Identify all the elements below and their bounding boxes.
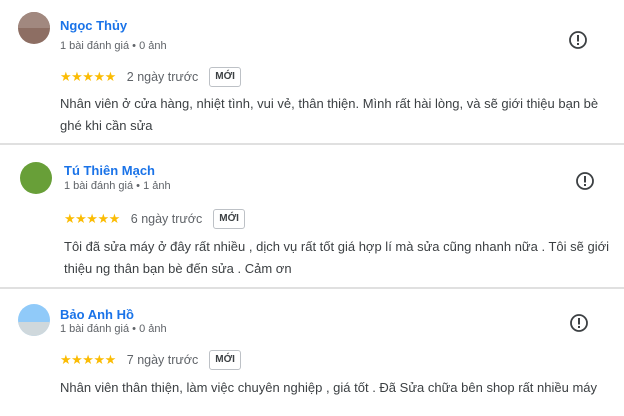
- info-icon[interactable]: [568, 30, 588, 50]
- rating-row: ★★★★★ 7 ngày trước MỚI: [60, 349, 241, 371]
- reviewer-meta: 1 bài đánh giá • 0 ảnh: [60, 40, 167, 52]
- star-rating: ★★★★★: [60, 352, 116, 368]
- review-date: 6 ngày trước: [130, 212, 203, 226]
- review-text: Nhân viên thân thiện, làm việc chuyên ng…: [60, 380, 598, 395]
- avatar[interactable]: [18, 304, 50, 336]
- review-text: Nhân viên ở cửa hàng, nhiệt tình, vui vẻ…: [60, 96, 599, 133]
- reviewer-meta: 1 bài đánh giá • 1 ảnh: [64, 180, 171, 192]
- new-badge: MỚI: [209, 350, 241, 370]
- review-card: Bảo Anh Hồ 1 bài đánh giá • 0 ảnh ★★★★★ …: [0, 290, 624, 416]
- info-icon[interactable]: [575, 171, 595, 191]
- info-icon[interactable]: [569, 313, 589, 333]
- rating-row: ★★★★★ 6 ngày trước MỚI: [64, 208, 245, 230]
- star-rating: ★★★★★: [60, 69, 116, 85]
- reviewer-name[interactable]: Ngọc Thủy: [60, 18, 127, 33]
- review-card: Ngọc Thủy 1 bài đánh giá • 0 ảnh ★★★★★ 2…: [0, 0, 624, 146]
- review-text: Tôi đã sửa máy ở đây rất nhiều , dịch vụ…: [64, 239, 609, 276]
- review-date: 2 ngày trước: [126, 70, 199, 84]
- reviewer-name[interactable]: Bảo Anh Hồ: [60, 307, 134, 322]
- reviewer-name[interactable]: Tú Thiên Mạch: [64, 163, 155, 178]
- rating-row: ★★★★★ 2 ngày trước MỚI: [60, 66, 241, 88]
- divider: [0, 287, 624, 289]
- divider: [0, 143, 624, 145]
- review-card: Tú Thiên Mạch 1 bài đánh giá • 1 ảnh ★★★…: [0, 146, 624, 288]
- avatar[interactable]: [20, 162, 52, 194]
- review-date: 7 ngày trước: [126, 353, 199, 367]
- avatar[interactable]: [18, 12, 50, 44]
- reviewer-meta: 1 bài đánh giá • 0 ảnh: [60, 323, 167, 335]
- star-rating: ★★★★★: [64, 211, 120, 227]
- new-badge: MỚI: [209, 67, 241, 87]
- new-badge: MỚI: [213, 209, 245, 229]
